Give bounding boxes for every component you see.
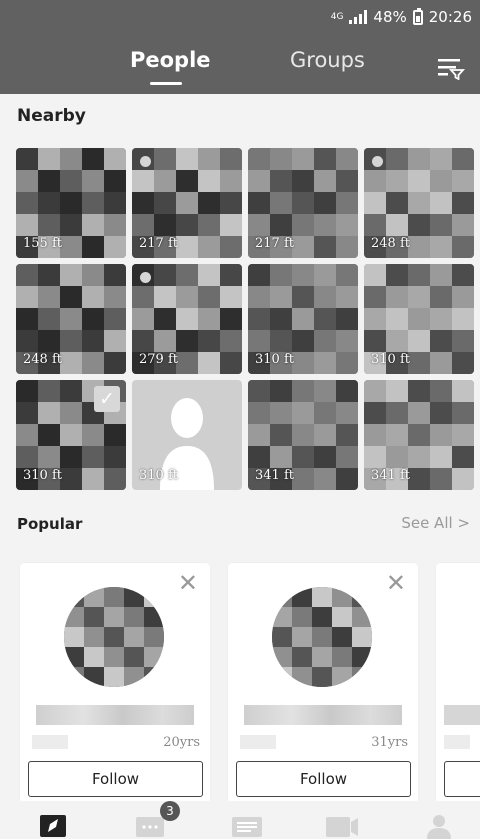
follow-button[interactable]: Follow: [236, 761, 411, 797]
nearby-grid: 155 ft 217 ft 217 ft 248 ft 248 ft 279 ft 310 …: [16, 148, 474, 490]
online-indicator: [140, 156, 151, 167]
follow-button-partial[interactable]: [444, 761, 480, 797]
follow-button[interactable]: Follow: [28, 761, 203, 797]
nearby-tile[interactable]: 248 ft: [16, 264, 126, 374]
distance-label: 217 ft: [139, 236, 178, 251]
compass-icon[interactable]: [38, 813, 68, 837]
close-icon[interactable]: ✕: [178, 571, 198, 595]
signal-icon: [349, 10, 368, 24]
popular-card[interactable]: ✕ 20yrs Follow: [20, 563, 210, 803]
distance-label: 341 ft: [255, 468, 294, 483]
nearby-tile[interactable]: 248 ft: [364, 148, 474, 258]
list-icon[interactable]: [232, 817, 262, 837]
messages-badge: 3: [160, 801, 180, 821]
active-tab-indicator: [150, 82, 182, 85]
nearby-tile[interactable]: 341 ft: [364, 380, 474, 490]
clock: 20:26: [428, 8, 472, 26]
online-indicator: [372, 156, 383, 167]
distance-label: 217 ft: [255, 236, 294, 251]
nearby-tile[interactable]: 217 ft: [132, 148, 242, 258]
nearby-tile[interactable]: 310 ft: [364, 264, 474, 374]
nearby-tile[interactable]: 155 ft: [16, 148, 126, 258]
distance-label: 341 ft: [371, 468, 410, 483]
age-label: 20yrs: [163, 735, 200, 750]
tab-groups[interactable]: Groups: [290, 48, 365, 72]
tab-people[interactable]: People: [130, 48, 211, 72]
distance-label: 279 ft: [139, 352, 178, 367]
avatar[interactable]: [64, 587, 164, 687]
messages-icon[interactable]: [136, 817, 164, 837]
blurred-location: [240, 735, 276, 749]
online-indicator: [140, 272, 151, 283]
bottom-nav: 3: [0, 801, 480, 839]
blurred-location: [444, 735, 470, 749]
distance-label: 310 ft: [139, 468, 178, 483]
video-icon[interactable]: [326, 817, 358, 837]
profile-icon[interactable]: [426, 813, 452, 839]
see-all-link[interactable]: See All >: [401, 514, 470, 532]
nearby-tile[interactable]: 310 ft: [132, 380, 242, 490]
popular-card[interactable]: ✕ 31yrs Follow: [228, 563, 418, 803]
distance-label: 310 ft: [23, 468, 62, 483]
nearby-tile[interactable]: 279 ft: [132, 264, 242, 374]
close-icon[interactable]: ✕: [386, 571, 406, 595]
filter-icon[interactable]: [436, 56, 466, 80]
battery-icon: [412, 7, 423, 25]
nearby-tile[interactable]: 217 ft: [248, 148, 358, 258]
blurred-name: [36, 705, 194, 725]
distance-label: 248 ft: [23, 352, 62, 367]
age-label: 31yrs: [371, 735, 408, 750]
nearby-tile[interactable]: 341 ft: [248, 380, 358, 490]
top-header: People Groups: [0, 34, 480, 94]
blurred-location: [32, 735, 68, 749]
popular-card-partial[interactable]: [436, 563, 480, 803]
distance-label: 310 ft: [255, 352, 294, 367]
popular-title: Popular: [17, 515, 83, 533]
status-bar: 4G 48% 20:26: [0, 0, 480, 34]
blurred-name: [244, 705, 402, 725]
nearby-tile[interactable]: ✓ 310 ft: [16, 380, 126, 490]
network-type: 4G: [330, 11, 344, 22]
battery-percent: 48%: [373, 8, 407, 26]
nearby-title: Nearby: [17, 106, 86, 126]
blurred-name: [444, 705, 480, 725]
check-icon: ✓: [94, 386, 120, 412]
nearby-tile[interactable]: 310 ft: [248, 264, 358, 374]
avatar[interactable]: [272, 587, 372, 687]
distance-label: 310 ft: [371, 352, 410, 367]
distance-label: 248 ft: [371, 236, 410, 251]
distance-label: 155 ft: [23, 236, 62, 251]
